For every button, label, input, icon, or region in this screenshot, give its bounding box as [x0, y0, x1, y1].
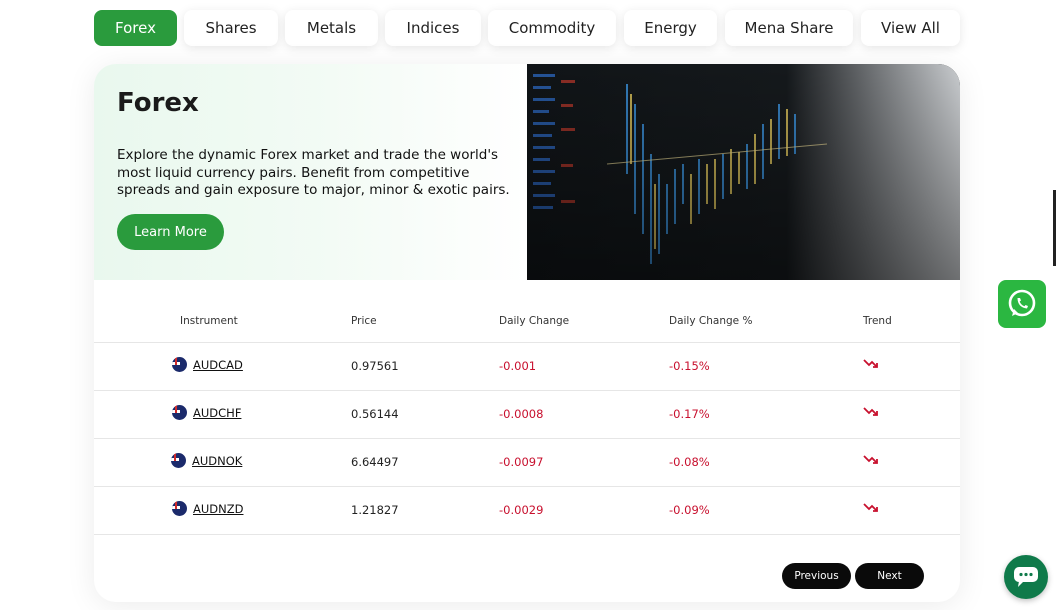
- trend-down-icon: [863, 454, 879, 469]
- instrument-link[interactable]: AUDNZD: [193, 502, 243, 516]
- price-cell: 0.56144: [351, 407, 399, 421]
- previous-button[interactable]: Previous: [782, 563, 851, 589]
- daily-change-pct-cell: -0.08%: [669, 455, 710, 469]
- tab-shares[interactable]: Shares: [184, 10, 278, 46]
- learn-more-button[interactable]: Learn More: [117, 214, 224, 250]
- hero-banner: Forex Explore the dynamic Forex market a…: [94, 64, 960, 280]
- tab-commodity[interactable]: Commodity: [488, 10, 616, 46]
- instrument-link[interactable]: AUDCHF: [193, 406, 241, 420]
- header-daily-change-pct: Daily Change %: [669, 315, 753, 327]
- instrument-cell: AUDCHF: [172, 405, 241, 420]
- table-header: Instrument Price Daily Change Daily Chan…: [94, 304, 960, 343]
- tab-energy[interactable]: Energy: [624, 10, 717, 46]
- whatsapp-button[interactable]: [998, 280, 1046, 328]
- trading-chart-image: [527, 64, 960, 280]
- instrument-cell: AUDCAD: [172, 357, 243, 372]
- trend-down-icon: [863, 358, 879, 373]
- chat-bubble-icon: [1014, 567, 1038, 587]
- tab-indices[interactable]: Indices: [385, 10, 481, 46]
- whatsapp-icon: [1008, 289, 1036, 317]
- daily-change-cell: -0.0029: [499, 503, 544, 517]
- next-button[interactable]: Next: [855, 563, 924, 589]
- daily-change-cell: -0.001: [499, 359, 537, 373]
- trend-down-icon: [863, 406, 879, 421]
- daily-change-pct-cell: -0.15%: [669, 359, 710, 373]
- instrument-link[interactable]: AUDNOK: [192, 454, 242, 468]
- tab-metals[interactable]: Metals: [285, 10, 378, 46]
- instrument-link[interactable]: AUDCAD: [193, 358, 243, 372]
- table-row: AUDCHF 0.56144 -0.0008 -0.17%: [94, 391, 960, 439]
- daily-change-pct-cell: -0.17%: [669, 407, 710, 421]
- price-cell: 1.21827: [351, 503, 399, 517]
- chat-button[interactable]: [1004, 555, 1048, 599]
- australia-flag-icon: [171, 453, 186, 468]
- category-tabs: Forex Shares Metals Indices Commodity En…: [94, 10, 960, 46]
- table-row: AUDCAD 0.97561 -0.001 -0.15%: [94, 343, 960, 391]
- trend-down-icon: [863, 502, 879, 517]
- australia-flag-icon: [172, 405, 187, 420]
- hero-text-panel: Forex Explore the dynamic Forex market a…: [94, 64, 527, 280]
- table-row: AUDNZD 1.21827 -0.0029 -0.09%: [94, 487, 960, 535]
- australia-flag-icon: [172, 357, 187, 372]
- instrument-cell: AUDNOK: [171, 453, 242, 468]
- instrument-cell: AUDNZD: [172, 501, 243, 516]
- header-daily-change: Daily Change: [499, 315, 570, 327]
- header-price: Price: [351, 315, 377, 327]
- australia-flag-icon: [172, 501, 187, 516]
- tab-view-all[interactable]: View All: [861, 10, 960, 46]
- price-cell: 6.64497: [351, 455, 399, 469]
- daily-change-pct-cell: -0.09%: [669, 503, 710, 517]
- instrument-card: Forex Explore the dynamic Forex market a…: [94, 64, 960, 602]
- instrument-table: Instrument Price Daily Change Daily Chan…: [94, 304, 960, 535]
- table-row: AUDNOK 6.64497 -0.0097 -0.08%: [94, 439, 960, 487]
- hero-chart-image: [527, 64, 960, 280]
- tab-mena-share[interactable]: Mena Share: [725, 10, 853, 46]
- tab-forex[interactable]: Forex: [94, 10, 177, 46]
- hero-title: Forex: [117, 88, 199, 118]
- header-trend: Trend: [863, 315, 892, 327]
- daily-change-cell: -0.0097: [499, 455, 544, 469]
- hero-description: Explore the dynamic Forex market and tra…: [117, 147, 510, 198]
- header-instrument: Instrument: [180, 315, 238, 327]
- daily-change-cell: -0.0008: [499, 407, 544, 421]
- price-cell: 0.97561: [351, 359, 399, 373]
